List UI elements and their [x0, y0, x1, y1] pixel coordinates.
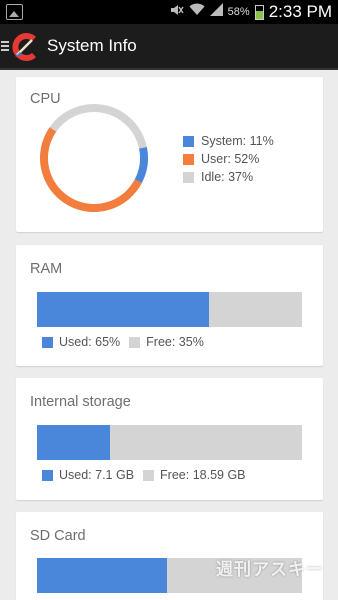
ram-used-label: Used: 65% [59, 335, 121, 349]
swatch-system [183, 135, 194, 147]
swatch-idle [183, 171, 194, 183]
internal-storage-card: Internal storage Used: 7.1 GB Free: 18.5… [16, 378, 323, 500]
legend-idle-label: Idle: 37% [201, 170, 254, 184]
legend-user: User: 52% [183, 150, 274, 168]
storage-usage-bar [37, 425, 302, 460]
ram-free-label: Free: 35% [146, 335, 204, 349]
clock: 2:33 PM [268, 2, 332, 21]
internal-storage-title: Internal storage [30, 394, 131, 410]
swatch-used [42, 469, 53, 481]
swatch-user [183, 153, 194, 165]
cpu-slice-system [40, 104, 148, 212]
ccleaner-logo[interactable] [11, 33, 39, 61]
cpu-slice-user [39, 104, 148, 212]
battery-percent: 58% [227, 6, 250, 18]
storage-used-label: Used: 7.1 GB [59, 468, 135, 482]
status-bar: 58% 2:33 PM [0, 0, 338, 24]
storage-free-label: Free: 18.59 GB [160, 468, 246, 482]
page-title: System Info [47, 36, 137, 55]
watermark: 週刊アスキー [216, 560, 324, 579]
battery-icon [254, 4, 264, 20]
ram-card: RAM Used: 65% Free: 35% [16, 245, 323, 366]
swatch-used [42, 336, 53, 348]
storage-used-fill [37, 425, 111, 460]
ram-legend: Used: 65% Free: 35% [42, 335, 204, 349]
legend-idle: Idle: 37% [183, 168, 274, 186]
legend-system: System: 11% [183, 132, 274, 150]
legend-user-label: User: 52% [201, 152, 260, 166]
menu-icon[interactable] [1, 41, 9, 52]
cpu-slice-idle [39, 104, 148, 212]
ram-used-fill [37, 292, 210, 327]
status-icons: 58% 2:33 PM [170, 2, 332, 21]
ram-usage-bar [37, 292, 302, 327]
sd-card-used-fill [37, 558, 167, 593]
cpu-donut-chart [39, 104, 148, 212]
ram-title: RAM [30, 261, 63, 277]
legend-system-label: System: 11% [201, 134, 274, 148]
mute-icon [170, 3, 184, 21]
cpu-legend: System: 11% User: 52% Idle: 37% [183, 132, 274, 186]
swatch-free [143, 469, 155, 481]
battery-level [255, 10, 263, 19]
storage-legend: Used: 7.1 GB Free: 18.59 GB [42, 468, 246, 482]
swatch-free [129, 336, 141, 348]
wifi-icon [189, 3, 205, 21]
cpu-card: CPU System: 11% User: 52% Idle: 37% [16, 77, 323, 232]
sd-card-title: SD Card [30, 528, 86, 544]
signal-icon [209, 3, 223, 21]
app-bar: System Info [0, 24, 338, 70]
image-notification-icon [6, 4, 23, 20]
